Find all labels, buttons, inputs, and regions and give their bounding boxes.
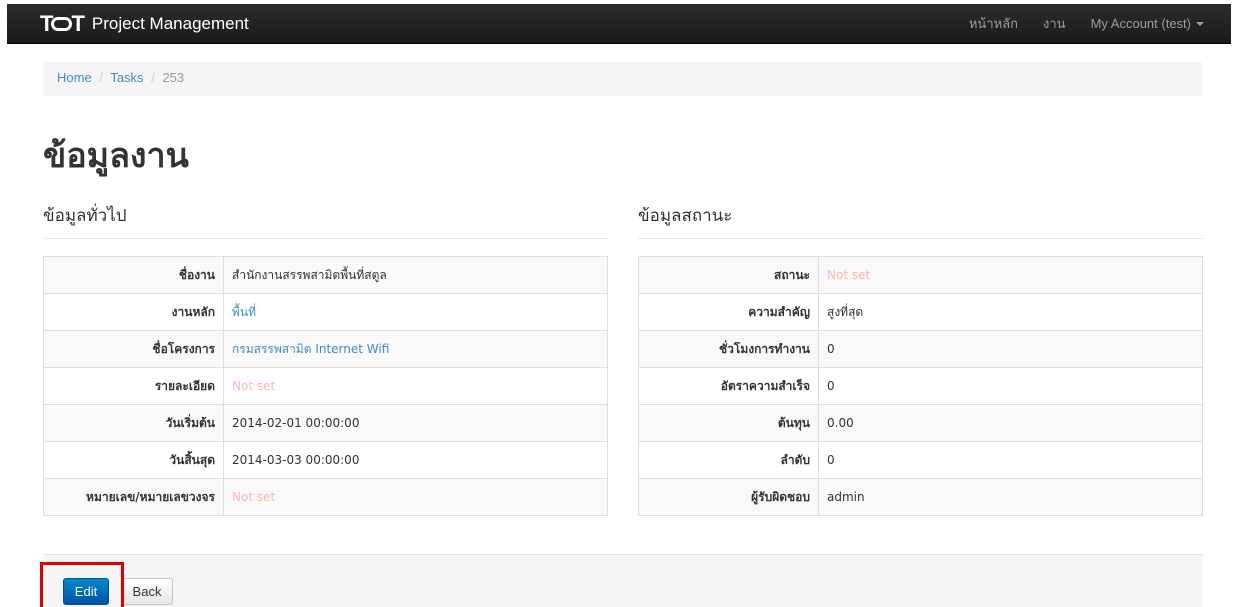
row-value: กรมสรรพสามิต Internet Wifi [223,330,608,368]
breadcrumb-separator: / [151,70,155,85]
table-row: สถานะ Not set [638,256,1203,294]
page-title: ข้อมูลงาน [43,136,189,176]
row-value: 2014-03-03 00:00:00 [223,441,608,479]
row-label: ชื่องาน [178,267,215,282]
row-value: สูงที่สุด [818,293,1203,331]
status-info-table: สถานะ Not set ความสำคัญ สูงที่สุด ชั่วโม… [638,256,1203,516]
project-link[interactable]: กรมสรรพสามิต Internet Wifi [232,342,389,356]
breadcrumb: Home / Tasks / 253 [43,62,1203,96]
brand[interactable]: TT Project Management [40,10,249,36]
row-value: 2014-02-01 00:00:00 [223,404,608,442]
row-value: Not set [818,256,1203,294]
row-value: 0 [818,367,1203,405]
table-row: วันสิ้นสุด 2014-03-03 00:00:00 [43,441,608,479]
nav-tasks-link[interactable]: งาน [1043,13,1066,34]
top-navbar: TT Project Management หน้าหลัก งาน My Ac… [7,4,1231,44]
row-label: งานหลัก [43,293,224,331]
table-row: ต้นทุน 0.00 [638,404,1203,442]
row-value: Not set [223,478,608,516]
row-label: ความสำคัญ [638,293,819,331]
status-info-heading: ข้อมูลสถานะ [638,202,1203,239]
row-label: วันสิ้นสุด [43,441,224,479]
breadcrumb-home[interactable]: Home [57,70,92,85]
form-actions: Edit Back [43,554,1203,607]
table-row: อัตราความสำเร็จ 0 [638,367,1203,405]
table-row: ชั่วโมงการทำงาน 0 [638,330,1203,368]
row-label: ผู้รับผิดชอบ [638,478,819,516]
table-row: ความสำคัญ สูงที่สุด [638,293,1203,331]
row-label: หมายเลข/หมายเลขวงจร [43,478,224,516]
row-value: Not set [223,367,608,405]
row-value: admin [818,478,1203,516]
breadcrumb-current: 253 [162,70,185,85]
breadcrumb-tasks[interactable]: Tasks [110,70,143,85]
back-button[interactable]: Back [121,578,173,605]
nav-home-link[interactable]: หน้าหลัก [969,13,1018,34]
row-label: รายละเอียด [43,367,224,405]
row-label: วันเริ่มต้น [43,404,224,442]
row-value: พื้นที่ [223,293,608,331]
table-row: ผู้รับผิดชอบ admin [638,478,1203,516]
row-label: ชื่อโครงการ [43,330,224,368]
caret-down-icon [1196,21,1204,26]
breadcrumb-separator: / [99,70,103,85]
row-value: 0 [818,441,1203,479]
account-dropdown[interactable]: My Account (test) [1091,16,1204,31]
row-label: สถานะ [774,267,810,282]
nav-links: หน้าหลัก งาน My Account (test) [944,13,1204,34]
row-value: สำนักงานสรรพสามิตพื้นที่สตูล [223,256,608,294]
row-label: ชั่วโมงการทำงาน [638,330,819,368]
row-value: 0.00 [818,404,1203,442]
parent-task-link[interactable]: พื้นที่ [232,305,256,319]
table-row: ลำดับ 0 [638,441,1203,479]
table-row: วันเริ่มต้น 2014-02-01 00:00:00 [43,404,608,442]
tot-logo: TT [40,10,85,36]
table-row: งานหลัก พื้นที่ [43,293,608,331]
row-value: 0 [818,330,1203,368]
account-label: My Account (test) [1090,16,1191,31]
general-info-table: ชื่องาน สำนักงานสรรพสามิตพื้นที่สตูล งาน… [43,256,608,516]
brand-title: Project Management [91,13,249,33]
table-row: หมายเลข/หมายเลขวงจร Not set [43,478,608,516]
table-row: ชื่อโครงการ กรมสรรพสามิต Internet Wifi [43,330,608,368]
row-label: ต้นทุน [638,404,819,442]
general-info-heading: ข้อมูลทั่วไป [43,202,608,239]
row-label: อัตราความสำเร็จ [638,367,819,405]
row-label: ลำดับ [638,441,819,479]
table-row: รายละเอียด Not set [43,367,608,405]
edit-highlight-box [40,562,124,607]
table-row: ชื่องาน สำนักงานสรรพสามิตพื้นที่สตูล [43,256,608,294]
